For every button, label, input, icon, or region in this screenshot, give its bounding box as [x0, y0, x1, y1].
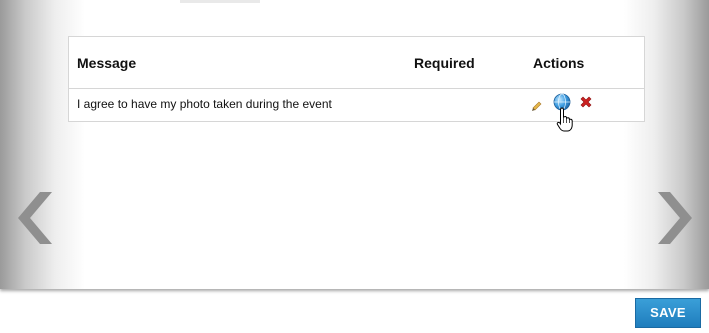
chevron-right-icon[interactable]: [656, 190, 696, 246]
content-panel: Message Required Actions I agree to have…: [0, 0, 709, 289]
column-header-required: Required: [414, 55, 475, 71]
table-header: Message Required Actions: [69, 37, 644, 89]
row-message: I agree to have my photo taken during th…: [77, 97, 332, 111]
pencil-icon[interactable]: [531, 98, 543, 111]
save-button[interactable]: SAVE: [635, 298, 701, 328]
globe-icon[interactable]: [553, 93, 571, 111]
column-header-message: Message: [77, 55, 137, 71]
chevron-left-icon[interactable]: [14, 190, 54, 246]
messages-table: Message Required Actions I agree to have…: [68, 36, 645, 122]
column-header-actions: Actions: [533, 55, 585, 71]
table-row: I agree to have my photo taken during th…: [69, 89, 644, 121]
delete-x-icon[interactable]: [579, 95, 593, 109]
panel-top-tab: [180, 0, 260, 3]
